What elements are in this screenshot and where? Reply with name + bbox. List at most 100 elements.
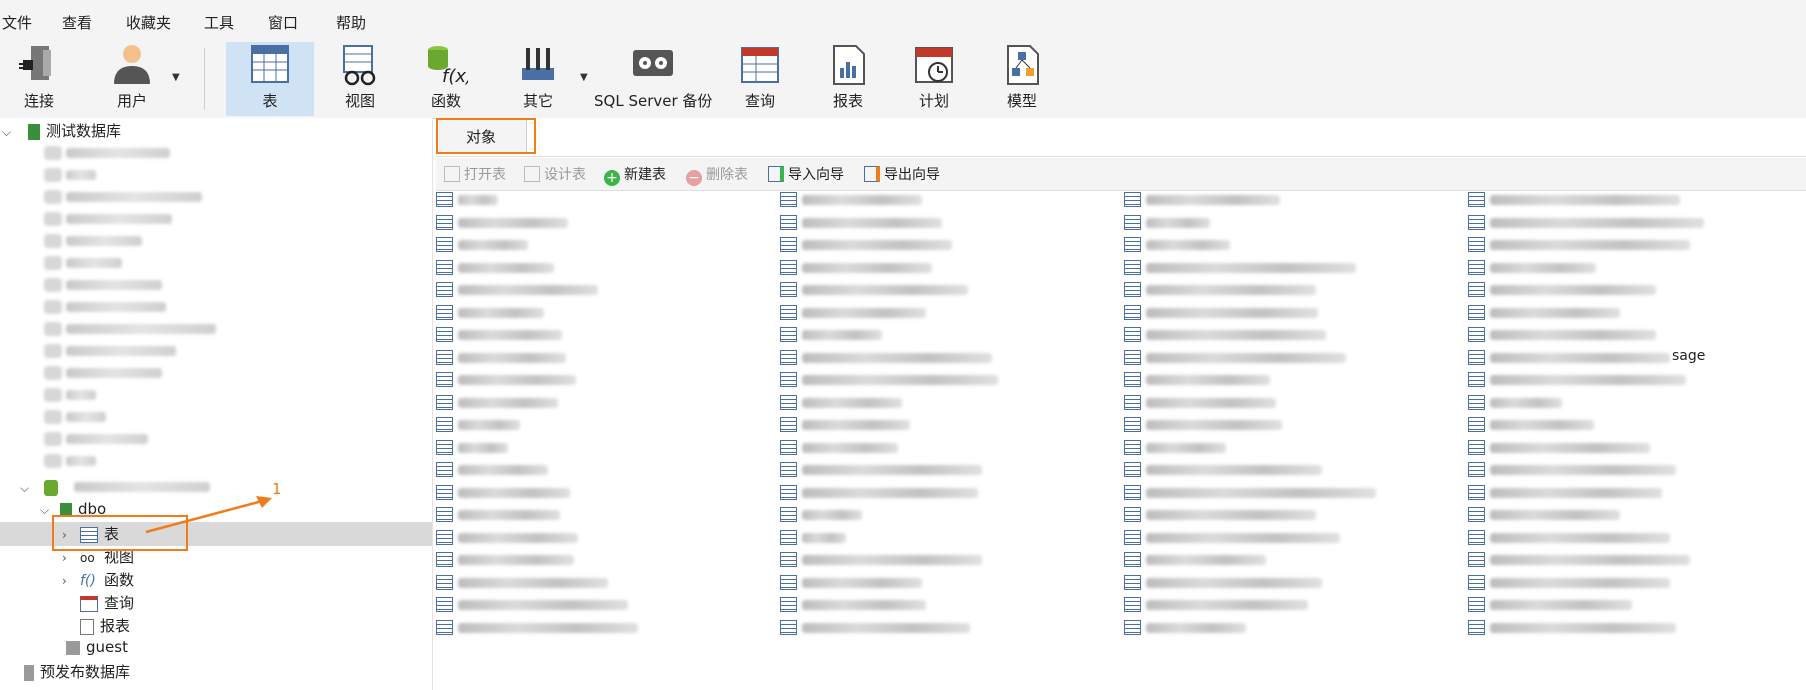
table-list-item[interactable] [1124, 325, 1454, 345]
menu-window[interactable]: 窗口 [268, 12, 298, 33]
table-list-item[interactable] [1468, 415, 1798, 435]
table-list-item[interactable] [780, 190, 1110, 210]
table-list-item[interactable] [436, 415, 766, 435]
table-list-item[interactable] [780, 595, 1110, 615]
function-button[interactable]: f(x) 函数 [406, 42, 486, 116]
table-list-item[interactable] [1468, 370, 1798, 390]
table-list-item[interactable] [780, 393, 1110, 413]
table-list-item[interactable] [1468, 190, 1798, 210]
tree-item-reports[interactable]: 报表 [80, 615, 130, 637]
connection-button[interactable]: 连接 [0, 42, 78, 116]
table-button[interactable]: 表 [226, 42, 314, 116]
chevron-down-icon[interactable]: ▼ [172, 72, 180, 83]
sqlserver-backup-button[interactable]: SQL Server 备份 [594, 42, 712, 116]
schedule-button[interactable]: 计划 [894, 42, 974, 116]
table-list-item[interactable] [1468, 438, 1798, 458]
table-list-item[interactable] [1468, 258, 1798, 278]
table-list-item[interactable] [1124, 303, 1454, 323]
table-list-item[interactable] [436, 505, 766, 525]
table-list-item[interactable] [1468, 460, 1798, 480]
table-list-item[interactable] [780, 483, 1110, 503]
table-list-item[interactable] [780, 505, 1110, 525]
table-list-item[interactable]: sage [1468, 348, 1798, 368]
table-list-item[interactable] [436, 213, 766, 233]
delete-table-button[interactable]: − 删除表 [686, 164, 748, 186]
menu-help[interactable]: 帮助 [336, 12, 366, 33]
open-table-button[interactable]: 打开表 [444, 164, 506, 184]
table-list-item[interactable] [1124, 393, 1454, 413]
table-list-item[interactable] [1468, 573, 1798, 593]
tree-item-staging-db[interactable]: 预发布数据库 [20, 661, 130, 683]
table-list-item[interactable] [780, 618, 1110, 638]
table-list-item[interactable] [780, 325, 1110, 345]
tree-item-queries[interactable]: 查询 [80, 592, 134, 614]
user-button[interactable]: 用户 [92, 42, 172, 116]
table-list-item[interactable] [436, 438, 766, 458]
table-list-item[interactable] [1468, 303, 1798, 323]
table-list-item[interactable] [436, 370, 766, 390]
table-list-item[interactable] [1468, 213, 1798, 233]
tree-item-functions[interactable]: › f() 函数 [62, 569, 134, 591]
table-list-item[interactable] [436, 393, 766, 413]
table-list-item[interactable] [436, 573, 766, 593]
table-list-item[interactable] [1124, 235, 1454, 255]
table-list-item[interactable] [436, 190, 766, 210]
table-list-item[interactable] [780, 528, 1110, 548]
tree-item-guest[interactable]: guest [62, 638, 128, 660]
table-list-item[interactable] [780, 438, 1110, 458]
new-table-button[interactable]: + 新建表 [604, 164, 666, 186]
table-list-item[interactable] [1468, 483, 1798, 503]
table-list-item[interactable] [1124, 505, 1454, 525]
chevron-down-icon[interactable]: ⌵ [2, 125, 20, 140]
chevron-right-icon[interactable]: › [62, 574, 80, 588]
table-list-item[interactable] [780, 235, 1110, 255]
table-list-item[interactable] [1124, 595, 1454, 615]
table-list-item[interactable] [780, 280, 1110, 300]
table-list-item[interactable] [780, 550, 1110, 570]
table-list-item[interactable] [1124, 550, 1454, 570]
tree-item-test-db[interactable]: ⌵ 测试数据库 [2, 120, 121, 142]
table-list-item[interactable] [1124, 415, 1454, 435]
table-list-item[interactable] [780, 348, 1110, 368]
table-list-item[interactable] [1124, 370, 1454, 390]
table-list-item[interactable] [436, 550, 766, 570]
table-list-item[interactable] [1468, 280, 1798, 300]
chevron-right-icon[interactable]: › [62, 551, 80, 565]
table-list-item[interactable] [1468, 325, 1798, 345]
table-list-item[interactable] [1468, 505, 1798, 525]
table-list-item[interactable] [436, 618, 766, 638]
export-wizard-button[interactable]: 导出向导 [864, 164, 940, 184]
table-list-item[interactable] [436, 528, 766, 548]
table-list-item[interactable] [1124, 280, 1454, 300]
table-list-item[interactable] [436, 595, 766, 615]
table-list-item[interactable] [436, 483, 766, 503]
table-list-item[interactable] [1468, 618, 1798, 638]
table-list-item[interactable] [1468, 235, 1798, 255]
table-list-item[interactable] [436, 325, 766, 345]
table-list-item[interactable] [780, 415, 1110, 435]
table-list-item[interactable] [780, 258, 1110, 278]
table-list-item[interactable] [1124, 483, 1454, 503]
table-list-item[interactable] [1124, 460, 1454, 480]
table-list-item[interactable] [780, 573, 1110, 593]
menu-favorites[interactable]: 收藏夹 [126, 12, 171, 33]
table-list-item[interactable] [1124, 618, 1454, 638]
table-list-item[interactable] [436, 348, 766, 368]
table-list-item[interactable] [1124, 213, 1454, 233]
menu-file[interactable]: 文件 [2, 12, 32, 33]
table-list-item[interactable] [1468, 393, 1798, 413]
query-button[interactable]: 查询 [720, 42, 800, 116]
tree-item-database[interactable]: ⌵ [20, 478, 64, 500]
table-list-item[interactable] [436, 235, 766, 255]
model-button[interactable]: 模型 [982, 42, 1062, 116]
table-list-item[interactable] [436, 460, 766, 480]
chevron-down-icon[interactable]: ⌵ [20, 481, 38, 496]
table-list-item[interactable] [1124, 573, 1454, 593]
table-list-item[interactable] [780, 303, 1110, 323]
design-table-button[interactable]: 设计表 [524, 164, 586, 184]
table-list-item[interactable] [436, 258, 766, 278]
table-list-item[interactable] [780, 460, 1110, 480]
table-list-item[interactable] [436, 280, 766, 300]
view-button[interactable]: 视图 [320, 42, 400, 116]
table-list-item[interactable] [1468, 528, 1798, 548]
